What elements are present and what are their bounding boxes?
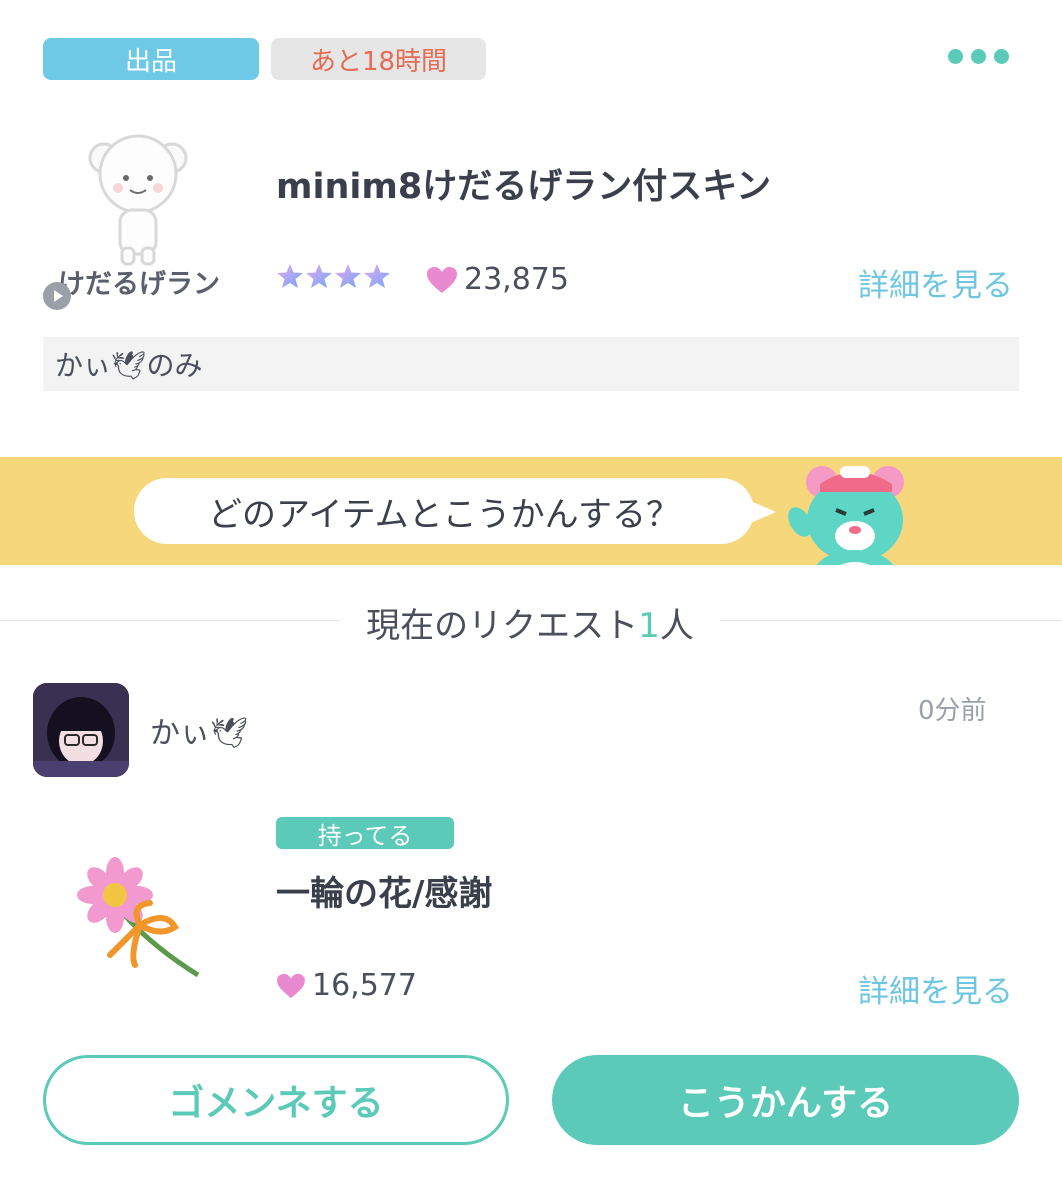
more-icon <box>994 48 1009 64</box>
listing-note: かぃ🕊のみ <box>43 337 1019 391</box>
more-icon <box>948 48 963 64</box>
play-icon <box>54 290 63 302</box>
character-item-image <box>70 130 220 270</box>
request-count: 1 <box>638 606 660 646</box>
bubble-tail <box>748 500 776 524</box>
accept-exchange-button[interactable]: こうかんする <box>552 1055 1019 1145</box>
time-remaining-tag: あと18時間 <box>271 38 486 80</box>
offered-item-likes: 16,577 <box>276 968 417 1003</box>
requester-username[interactable]: かぃ🕊 <box>150 708 248 752</box>
heart-icon <box>277 973 305 998</box>
offered-item-likes-count: 16,577 <box>312 968 417 1003</box>
flower-item-image <box>70 855 210 980</box>
more-icon <box>971 48 986 64</box>
exchange-prompt-text: どのアイテムとこうかんする？ <box>208 494 680 535</box>
request-label-prefix: 現在のリクエスト <box>366 606 639 646</box>
character-name-label: けだるげラン <box>58 269 220 300</box>
exchange-prompt-bubble: どのアイテムとこうかんする？ <box>134 478 754 544</box>
request-label-suffix: 人 <box>659 606 694 646</box>
owned-tag: 持ってる <box>276 817 454 850</box>
rarity-stars <box>276 262 394 292</box>
heart-icon <box>427 266 457 293</box>
listing-type-label: 出品 <box>124 46 177 77</box>
decline-button[interactable]: ゴメンネする <box>43 1055 509 1145</box>
decline-button-label: ゴメンネする <box>168 1083 384 1124</box>
listing-likes-count: 23,875 <box>464 262 569 297</box>
time-remaining-label: あと18時間 <box>309 46 448 77</box>
listing-title: minim8けだるげラン付スキン <box>276 167 772 207</box>
listing-likes: 23,875 <box>426 262 569 297</box>
owned-tag-label: 持ってる <box>317 821 413 850</box>
request-count-heading: 現在のリクエスト1人 <box>340 598 720 647</box>
listing-type-tag: 出品 <box>43 38 259 80</box>
offered-item-title: 一輪の花/感謝 <box>276 874 493 914</box>
offered-item-detail-link[interactable]: 詳細を見る <box>858 966 1013 1011</box>
listing-detail-link[interactable]: 詳細を見る <box>858 260 1013 305</box>
play-button[interactable] <box>43 282 71 310</box>
star-icon <box>277 264 390 288</box>
request-time: 0分前 <box>918 696 987 726</box>
bear-mascot <box>780 460 930 565</box>
avatar[interactable] <box>33 683 129 777</box>
accept-button-label: こうかんする <box>677 1083 894 1124</box>
more-options-button[interactable] <box>948 46 1018 66</box>
